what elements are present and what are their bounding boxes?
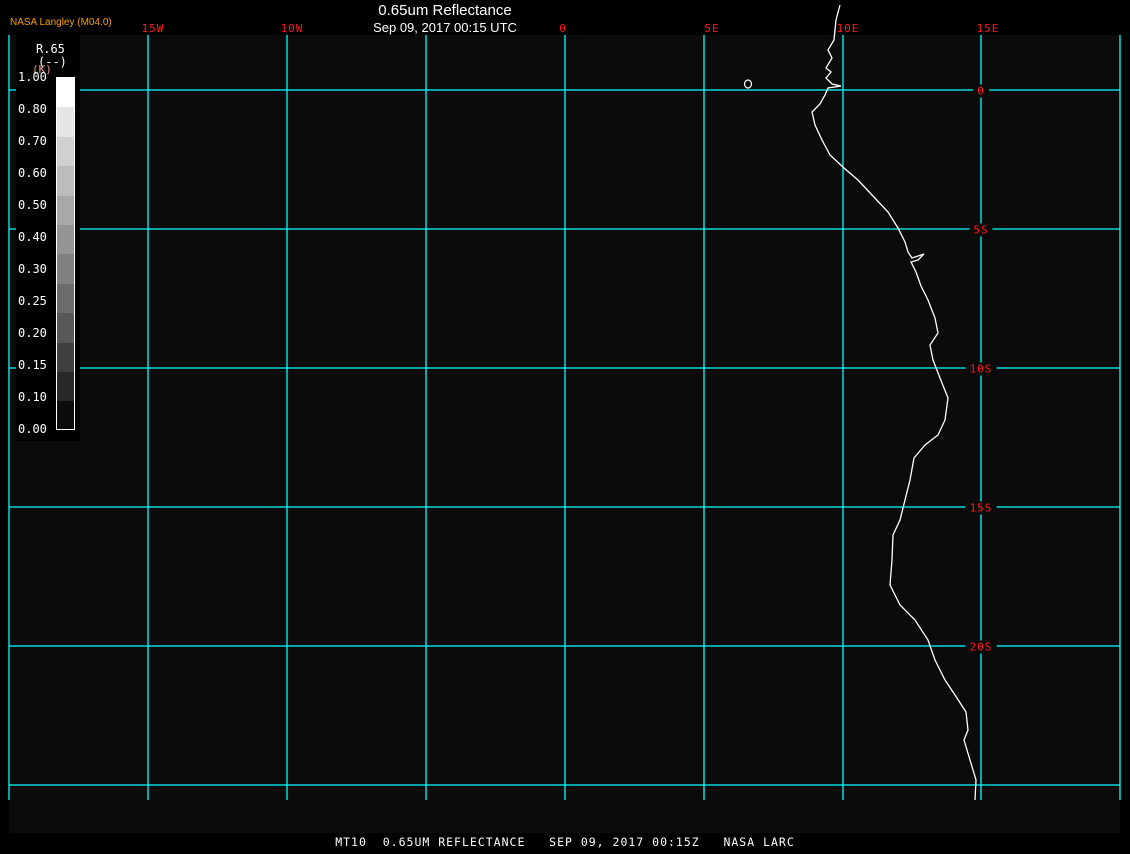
lat-label: 10S xyxy=(965,362,997,376)
legend-tick-label: 0.70 xyxy=(18,134,47,148)
lon-label: 0 xyxy=(559,22,567,35)
legend-swatch xyxy=(57,225,74,255)
map-canvas xyxy=(0,0,1130,833)
legend-swatch xyxy=(57,107,74,137)
lon-label: 10W xyxy=(280,22,304,35)
satellite-map xyxy=(0,0,1130,854)
legend-swatch xyxy=(57,254,74,284)
legend-tick-label: 0.00 xyxy=(18,422,47,436)
legend-swatch xyxy=(57,195,74,226)
lon-label: 15E xyxy=(976,22,1000,35)
lat-label: 15S xyxy=(965,501,997,515)
legend-swatch xyxy=(57,283,74,314)
legend-tick-label: 1.00 xyxy=(18,70,47,84)
lat-label: 0 xyxy=(973,84,989,98)
map-title: 0.65um Reflectance xyxy=(378,2,512,19)
legend-swatch xyxy=(57,136,74,167)
lat-label: 20S xyxy=(965,640,997,654)
lon-label: 10E xyxy=(836,22,860,35)
legend-tick-label: 0.25 xyxy=(18,294,47,308)
footer-caption: MT10 0.65UM REFLECTANCE SEP 09, 2017 00:… xyxy=(335,835,795,849)
legend-swatch xyxy=(57,372,74,402)
legend-tick-label: 0.80 xyxy=(18,102,47,116)
legend-tick-label: 0.10 xyxy=(18,390,47,404)
legend-swatch xyxy=(57,401,74,429)
lon-label: 5E xyxy=(704,22,720,35)
color-legend: R.65 (--) (K) 1.00 0.80 0.70 0.60 0.50 0.40 0.… xyxy=(16,35,80,441)
lat-label: 5S xyxy=(969,223,993,237)
lon-label: 15W xyxy=(141,22,165,35)
legend-tick-label: 0.50 xyxy=(18,198,47,212)
legend-tick-label: 0.60 xyxy=(18,166,47,180)
legend-swatch xyxy=(57,342,74,373)
legend-swatch xyxy=(57,166,74,196)
legend-tick-label: 0.30 xyxy=(18,262,47,276)
legend-colorbar xyxy=(56,77,75,430)
brand-label: NASA Langley (M04.0) xyxy=(10,17,112,28)
legend-tick-label: 0.40 xyxy=(18,230,47,244)
map-timestamp: Sep 09, 2017 00:15 UTC xyxy=(373,20,517,35)
legend-swatch xyxy=(57,313,74,343)
legend-tick-label: 0.20 xyxy=(18,326,47,340)
legend-swatch xyxy=(57,78,74,108)
legend-tick-label: 0.15 xyxy=(18,358,47,372)
legend-variable: R.65 xyxy=(36,42,65,56)
